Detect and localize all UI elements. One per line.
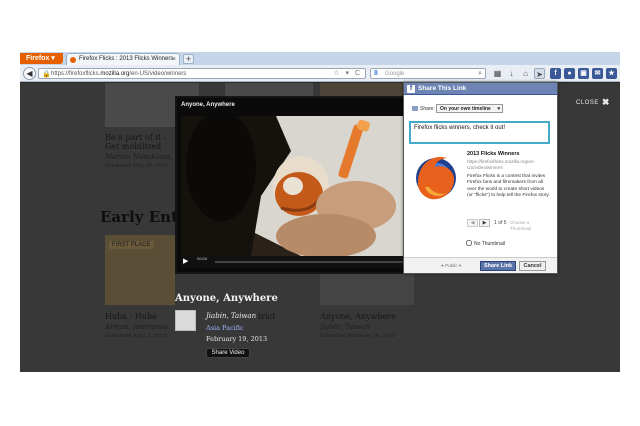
facebook-icon[interactable]: f (550, 68, 561, 79)
chat-icon[interactable]: ▣ (578, 68, 589, 79)
share-target-icon (412, 106, 418, 111)
firefox-menu-label: Firefox (26, 55, 50, 62)
avatar (175, 310, 196, 331)
video-date: February 19, 2013 (206, 335, 268, 343)
share-dialog-footer: ● Public ▾ Share Link Cancel (404, 257, 557, 273)
author-name: Jiabin, Taiwan (206, 312, 257, 320)
tile-submitted: Submitted April 2, 2013 (105, 333, 167, 339)
browser-tab[interactable]: Firefox Flicks : 2013 Flicks Winners × (66, 53, 180, 65)
share-destination-value: On your own timeline (440, 106, 491, 112)
tile-author: Arman, Indonesia (105, 323, 168, 331)
back-button[interactable]: ◀ (23, 67, 36, 80)
firefox-logo-thumbnail (416, 157, 456, 200)
tab-title: Firefox Flicks : 2013 Flicks Winners (79, 56, 174, 62)
download-icon[interactable]: ↓ (506, 68, 517, 79)
chevron-down-icon: ▾ (458, 263, 462, 268)
tile-title-fragment: trict (258, 312, 276, 321)
no-thumbnail-checkbox-input[interactable] (466, 240, 472, 246)
share-label: Share: (412, 106, 435, 112)
browser-window: Firefox ▾ Firefox Flicks : 2013 Flicks W… (20, 52, 620, 372)
section-heading: Early Ent (100, 208, 178, 226)
search-bar[interactable]: 8 Google ⌕ (370, 68, 486, 79)
no-thumbnail-checkbox[interactable]: No Thumbnail (466, 240, 505, 247)
friends-icon[interactable]: ● (564, 68, 575, 79)
tile-title[interactable]: Huba - Huba (105, 312, 157, 321)
video-overlay-title: Anyone, Anywhere (181, 102, 235, 108)
share-dialog-header: f Share This Link (404, 83, 557, 95)
video-player[interactable]: Anyone, Anywhere ▶ 00:00 (175, 96, 415, 274)
tile-submitted: Submitted May 29, 2013 (105, 163, 168, 169)
address-url: https://firefoxflicks.mozilla.org/en-US/… (51, 71, 187, 77)
previous-thumbnail-button[interactable]: ◀ (467, 219, 478, 227)
share-dialog-title: Share This Link (418, 85, 467, 92)
google-icon: 8 (374, 70, 378, 77)
chevron-down-icon: ▾ (497, 106, 500, 112)
search-icon[interactable]: ⌕ (478, 69, 482, 79)
tile-submitted: Submitted February 19, 2013 (320, 333, 395, 339)
home-icon[interactable]: ⌂ (520, 68, 531, 79)
bookmarks-icon[interactable]: ▦ (492, 68, 503, 79)
author-region-link[interactable]: Asia Pacific (206, 324, 244, 332)
share-destination-select[interactable]: On your own timeline ▾ (436, 104, 503, 113)
search-input[interactable]: Google (385, 69, 404, 79)
video-time: 00:00 (197, 256, 208, 261)
share-icon[interactable]: ➤ (534, 68, 545, 79)
close-tab-icon[interactable]: × (172, 54, 176, 65)
new-tab-button[interactable]: + (183, 54, 194, 64)
messages-icon[interactable]: ✉ (592, 68, 603, 79)
facebook-icon: f (407, 85, 415, 93)
tile-title[interactable]: Anyone, Anywhere (320, 312, 396, 321)
link-preview-url: https://firefoxflicks.mozilla.org/en-US/… (467, 159, 535, 170)
navigation-toolbar: ◀ 🔒 https://firefoxflicks.mozilla.org/en… (20, 65, 620, 82)
share-dialog: f Share This Link Share: On your own tim… (403, 82, 558, 274)
next-thumbnail-button[interactable]: ▶ (479, 219, 490, 227)
video-progress-bar[interactable] (215, 261, 405, 263)
link-preview-title: 2013 Flicks Winners (467, 151, 520, 157)
no-thumbnail-label: No Thumbnail (474, 241, 506, 247)
notifications-icon[interactable]: ★ (606, 68, 617, 79)
share-link-button[interactable]: Share Link (480, 261, 516, 271)
cancel-button[interactable]: Cancel (519, 261, 546, 271)
video-frame[interactable] (181, 116, 409, 256)
tab-bar: Firefox ▾ Firefox Flicks : 2013 Flicks W… (20, 52, 620, 65)
close-lightbox-button[interactable]: CLOSE ✖ (576, 97, 610, 108)
chevron-down-icon: ▾ (51, 55, 55, 62)
address-bar[interactable]: 🔒 https://firefoxflicks.mozilla.org/en-U… (38, 68, 366, 79)
first-place-badge: FIRST PLACE (109, 241, 154, 249)
audience-select[interactable]: ● Public ▾ (441, 263, 461, 269)
close-icon: ✖ (601, 97, 610, 107)
choose-thumbnail-label: Choose a Thumbnail (510, 220, 532, 231)
globe-icon: ● (441, 263, 444, 268)
address-bar-controls[interactable]: ☆ ▾ C (333, 69, 362, 79)
share-message-input[interactable]: Firefox flicks winners, check it out! (409, 121, 550, 144)
close-label: CLOSE (576, 100, 599, 106)
tile-title[interactable]: Be a part of it - Get mobilized (105, 133, 175, 151)
share-video-button[interactable]: Share Video (206, 348, 250, 358)
firefox-menu-button[interactable]: Firefox ▾ (20, 53, 63, 64)
video-controls: ▶ 00:00 (181, 256, 409, 268)
tile-author: Jiabin, Taiwan (320, 323, 371, 331)
video-still (181, 116, 409, 256)
thumbnail-count: 1 of 5 (494, 220, 507, 226)
link-preview-description: Firefox Flicks is a contest that invites… (467, 174, 550, 198)
lock-icon: 🔒 (42, 71, 51, 78)
video-title: Anyone, Anywhere (175, 293, 278, 304)
play-icon[interactable]: ▶ (183, 257, 188, 265)
firefox-favicon-icon (70, 57, 76, 63)
